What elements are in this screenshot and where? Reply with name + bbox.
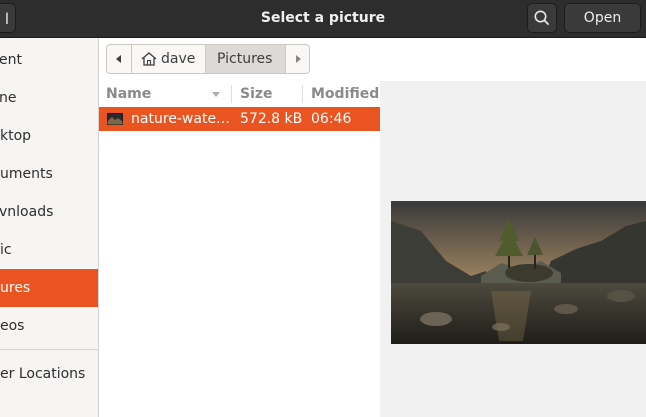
preview-image xyxy=(391,201,646,344)
sidebar-separator xyxy=(0,349,98,350)
path-forward-button[interactable] xyxy=(285,44,310,74)
places-sidebar: ent ne ktop uments vnloads ic ures eos e… xyxy=(0,38,99,417)
path-back-button[interactable] xyxy=(106,44,132,74)
column-header-size[interactable]: Size xyxy=(240,81,273,107)
image-file-icon xyxy=(107,113,123,125)
file-name: nature-wate… xyxy=(131,111,231,127)
sidebar-item-home[interactable]: ne xyxy=(0,79,98,117)
path-current-label: Pictures xyxy=(217,51,273,67)
file-modified: 06:46 xyxy=(311,111,352,127)
sidebar-item-label: ne xyxy=(0,90,17,106)
sidebar-item-videos[interactable]: eos xyxy=(0,307,98,345)
open-button[interactable]: Open xyxy=(564,3,641,33)
path-pictures-button[interactable]: Pictures xyxy=(205,44,286,74)
sidebar-item-label: vnloads xyxy=(0,204,54,220)
chevron-right-icon xyxy=(296,55,301,63)
column-header-modified[interactable]: Modified xyxy=(311,81,379,107)
path-home-button[interactable]: dave xyxy=(131,44,206,74)
preview-pane xyxy=(380,81,646,417)
sort-down-icon xyxy=(212,92,220,97)
sidebar-item-label: ic xyxy=(0,242,12,258)
file-row[interactable]: nature-wate… 572.8 kB 06:46 xyxy=(99,107,380,131)
file-size: 572.8 kB xyxy=(240,111,303,127)
home-icon xyxy=(141,52,157,66)
sidebar-item-desktop[interactable]: ktop xyxy=(0,117,98,155)
sidebar-item-label: eos xyxy=(0,318,25,334)
sidebar-item-other-locations[interactable]: er Locations xyxy=(0,355,98,393)
sidebar-item-downloads[interactable]: vnloads xyxy=(0,193,98,231)
path-home-label: dave xyxy=(161,51,196,67)
chevron-left-icon xyxy=(116,55,121,63)
sidebar-item-recent[interactable]: ent xyxy=(0,41,98,79)
sidebar-item-label: ures xyxy=(0,280,31,296)
column-separator xyxy=(302,85,303,103)
search-button[interactable] xyxy=(527,3,557,33)
sidebar-item-label: er Locations xyxy=(0,366,86,382)
column-header-name[interactable]: Name xyxy=(106,81,151,107)
search-icon xyxy=(534,10,549,25)
sidebar-item-pictures[interactable]: ures xyxy=(0,269,98,307)
sidebar-item-label: ktop xyxy=(0,128,32,144)
column-separator xyxy=(231,85,232,103)
sidebar-item-music[interactable]: ic xyxy=(0,231,98,269)
file-list[interactable]: Name Size Modified nature-wate… 572.8 kB… xyxy=(99,81,380,417)
sidebar-item-documents[interactable]: uments xyxy=(0,155,98,193)
sidebar-item-label: ent xyxy=(0,52,22,68)
sidebar-item-label: uments xyxy=(0,166,53,182)
header-bar: l Select a picture Open xyxy=(0,0,646,38)
